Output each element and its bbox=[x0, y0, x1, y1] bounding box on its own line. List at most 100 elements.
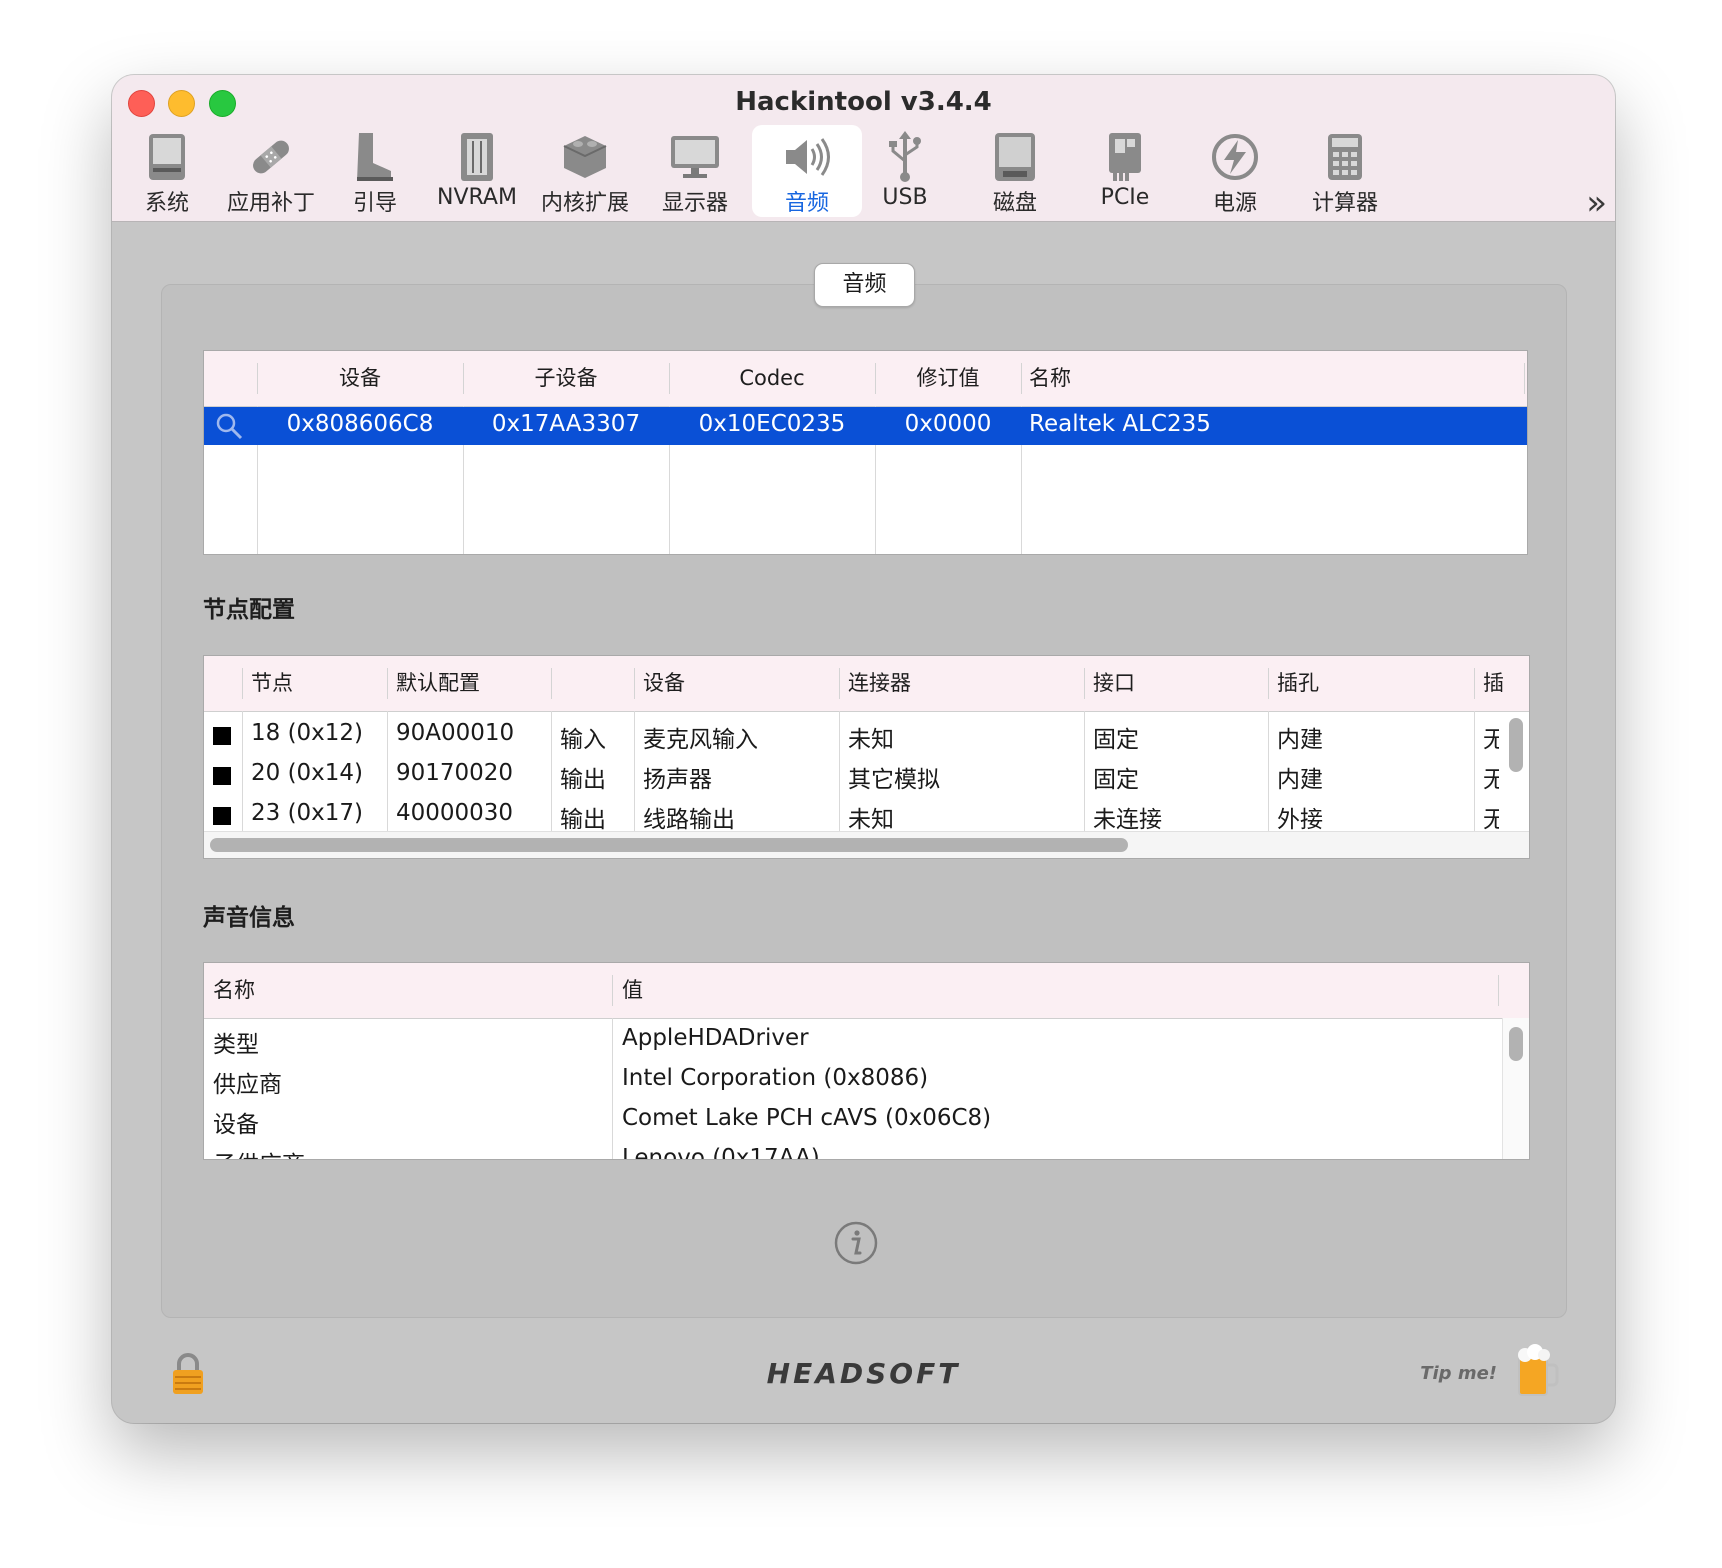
tab-kext[interactable]: 内核扩展 bbox=[530, 125, 640, 217]
tab-label: 内核扩展 bbox=[540, 191, 629, 216]
col-info-value[interactable]: 值 bbox=[622, 963, 643, 1018]
node-config: 40000030 bbox=[396, 800, 514, 826]
col-codec[interactable]: Codec bbox=[669, 351, 875, 406]
tab-display[interactable]: 显示器 bbox=[640, 125, 750, 217]
node-jack: 内建 bbox=[1277, 767, 1323, 793]
tab-label: 应用补丁 bbox=[226, 191, 315, 216]
node-id: 20 (0x14) bbox=[251, 760, 364, 786]
info-name: 供应商 bbox=[213, 1072, 282, 1098]
info-name: 类型 bbox=[213, 1032, 259, 1058]
col-name[interactable]: 名称 bbox=[1029, 351, 1429, 406]
table-row[interactable]: 23 (0x17) 40000030 输出 线路输出 未知 未连接 外接 无 bbox=[204, 796, 1529, 831]
tab-label: 磁盘 bbox=[992, 191, 1037, 216]
col-extra[interactable]: 插 bbox=[1483, 656, 1503, 711]
codec-name: Realtek ALC235 bbox=[1029, 411, 1211, 437]
tab-audio[interactable]: 音频 bbox=[752, 125, 862, 217]
toolbar-overflow-button[interactable]: » bbox=[1586, 183, 1607, 223]
horizontal-scrollbar[interactable] bbox=[210, 838, 1128, 852]
table-header: 节点 默认配置 设备 连接器 接口 插孔 插 bbox=[204, 656, 1529, 712]
table-row[interactable]: 18 (0x12) 90A00010 输入 麦克风输入 未知 固定 内建 无 bbox=[204, 716, 1529, 756]
tab-nvram[interactable]: NVRAM bbox=[422, 125, 532, 217]
table-row[interactable]: 供应商 Intel Corporation (0x8086) bbox=[204, 1061, 1529, 1101]
col-connector[interactable]: 连接器 bbox=[848, 656, 911, 711]
tab-label: 电源 bbox=[1212, 191, 1257, 216]
tab-label: 系统 bbox=[144, 191, 189, 216]
table-row[interactable]: 设备 Comet Lake PCH cAVS (0x06C8) bbox=[204, 1101, 1529, 1141]
col-jack[interactable]: 插孔 bbox=[1277, 656, 1319, 711]
node-config: 90A00010 bbox=[396, 720, 515, 746]
node-connector: 未知 bbox=[848, 727, 894, 753]
col-default-config[interactable]: 默认配置 bbox=[396, 656, 480, 711]
col-port[interactable]: 接口 bbox=[1093, 656, 1135, 711]
calculator-icon bbox=[1290, 129, 1400, 185]
col-subdevice[interactable]: 子设备 bbox=[463, 351, 669, 406]
sound-info-table: 名称 值 类型 AppleHDADriver 供应商 Intel Corpora… bbox=[203, 962, 1530, 1160]
audio-device-table: 设备 子设备 Codec 修订值 名称 0x808606C8 0x17AA330… bbox=[203, 350, 1528, 555]
kext-icon bbox=[530, 129, 640, 185]
tab-label: PCIe bbox=[1100, 185, 1150, 210]
info-value: Lenovo (0x17AA) bbox=[622, 1145, 820, 1159]
tab-label: 显示器 bbox=[661, 191, 728, 216]
col-revision[interactable]: 修订值 bbox=[875, 351, 1021, 406]
beer-icon[interactable] bbox=[1515, 1343, 1559, 1399]
node-extra: 无 bbox=[1483, 760, 1499, 794]
tab-power[interactable]: 电源 bbox=[1180, 125, 1290, 217]
tab-calculator[interactable]: 计算器 bbox=[1290, 125, 1400, 217]
tab-pcie[interactable]: PCIe bbox=[1070, 125, 1180, 217]
patch-icon bbox=[216, 129, 326, 185]
window-title: Hackintool v3.4.4 bbox=[735, 87, 992, 117]
table-row[interactable]: 子供应商 Lenovo (0x17AA) bbox=[204, 1141, 1529, 1159]
tab-boot[interactable]: 引导 bbox=[320, 125, 430, 217]
tab-system[interactable]: 系统 bbox=[112, 125, 222, 217]
node-device: 麦克风输入 bbox=[643, 727, 758, 753]
node-extra: 无 bbox=[1483, 720, 1499, 754]
node-direction: 输入 bbox=[560, 727, 606, 753]
table-header: 名称 值 bbox=[204, 963, 1529, 1019]
node-port: 固定 bbox=[1093, 767, 1139, 793]
tab-label: 计算器 bbox=[1311, 191, 1378, 216]
system-icon bbox=[112, 129, 222, 185]
toolbar: 系统 应用补丁 引导 NVRAM 内核扩展 显示器 音频 USB 磁盘 PCIe… bbox=[112, 125, 1615, 223]
usb-icon bbox=[850, 129, 960, 185]
display-icon bbox=[640, 129, 750, 185]
info-icon[interactable] bbox=[834, 1221, 878, 1265]
node-connector: 其它模拟 bbox=[848, 767, 940, 793]
tab-label: USB bbox=[882, 185, 928, 210]
node-connector: 未知 bbox=[848, 807, 894, 831]
col-node[interactable]: 节点 bbox=[251, 656, 293, 711]
node-config-table: 节点 默认配置 设备 连接器 接口 插孔 插 18 (0x12) 90A0001… bbox=[203, 655, 1530, 859]
tab-label: 引导 bbox=[352, 191, 397, 216]
vertical-scrollbar[interactable] bbox=[1509, 718, 1523, 772]
node-config: 90170020 bbox=[396, 760, 514, 786]
node-port: 固定 bbox=[1093, 727, 1139, 753]
speaker-icon bbox=[752, 129, 862, 185]
tab-disk[interactable]: 磁盘 bbox=[960, 125, 1070, 217]
segment-audio[interactable]: 音频 bbox=[814, 263, 915, 307]
search-icon[interactable] bbox=[214, 411, 244, 447]
boot-icon bbox=[320, 129, 430, 185]
info-value: Comet Lake PCH cAVS (0x06C8) bbox=[622, 1105, 992, 1131]
node-id: 23 (0x17) bbox=[251, 800, 364, 826]
info-value: Intel Corporation (0x8086) bbox=[622, 1065, 929, 1091]
table-header: 设备 子设备 Codec 修订值 名称 bbox=[204, 351, 1527, 407]
node-jack: 外接 bbox=[1277, 807, 1323, 831]
color-swatch bbox=[213, 767, 231, 785]
col-node-device[interactable]: 设备 bbox=[643, 656, 685, 711]
nvram-icon bbox=[422, 129, 532, 185]
tab-patch[interactable]: 应用补丁 bbox=[216, 125, 326, 217]
col-info-name[interactable]: 名称 bbox=[213, 963, 255, 1018]
tip-me-label[interactable]: Tip me! bbox=[1420, 1363, 1497, 1384]
color-swatch bbox=[213, 727, 231, 745]
col-device[interactable]: 设备 bbox=[257, 351, 463, 406]
tab-label: 音频 bbox=[784, 191, 829, 216]
tab-label: NVRAM bbox=[437, 185, 517, 210]
disk-icon bbox=[960, 129, 1070, 185]
app-window: Hackintool v3.4.4 系统 应用补丁 引导 NVRAM 内核扩展 … bbox=[112, 75, 1615, 1423]
node-extra: 无 bbox=[1483, 800, 1499, 831]
subdevice-id: 0x17AA3307 bbox=[491, 411, 641, 437]
table-row[interactable]: 20 (0x14) 90170020 输出 扬声器 其它模拟 固定 内建 无 bbox=[204, 756, 1529, 796]
table-row[interactable]: 0x808606C8 0x17AA3307 0x10EC0235 0x0000 … bbox=[204, 407, 1527, 445]
table-row[interactable]: 类型 AppleHDADriver bbox=[204, 1021, 1529, 1061]
node-direction: 输出 bbox=[560, 807, 606, 831]
tab-usb[interactable]: USB bbox=[850, 125, 960, 217]
